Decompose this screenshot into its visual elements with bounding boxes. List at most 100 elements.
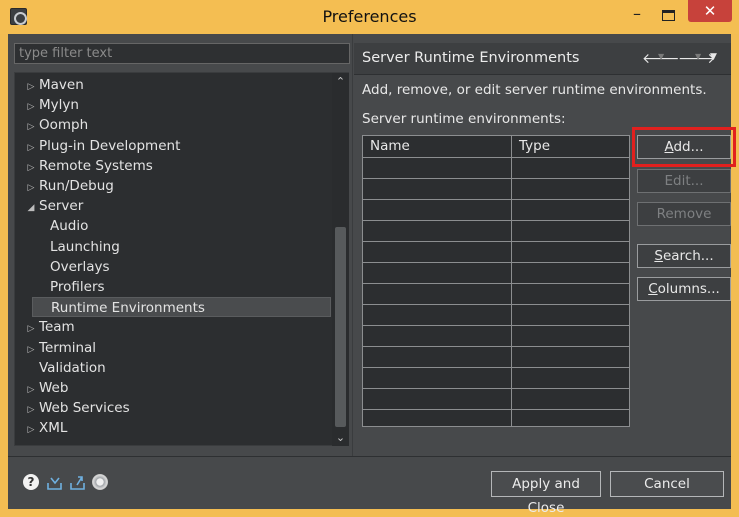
table-cell-name xyxy=(363,200,512,220)
table-row[interactable] xyxy=(363,200,629,221)
table-cell-name xyxy=(363,284,512,304)
tree-item-run-debug[interactable]: ▷ Run/Debug xyxy=(15,176,114,196)
column-header-name[interactable]: Name xyxy=(363,136,512,157)
tree-item-xml[interactable]: ▷ XML xyxy=(15,418,68,440)
table-row[interactable] xyxy=(363,347,629,368)
filter-input[interactable]: type filter text xyxy=(14,43,350,64)
tree-item-web-services[interactable]: ▷ Web Services xyxy=(15,398,130,418)
tree-item-oomph[interactable]: ▷ Oomph xyxy=(15,115,89,137)
table-row[interactable] xyxy=(363,284,629,305)
table-row[interactable] xyxy=(363,221,629,242)
collapsed-chevron-icon[interactable]: ▷ xyxy=(23,138,39,158)
table-header: Name Type xyxy=(363,136,629,158)
table-cell-name xyxy=(363,389,512,409)
scroll-thumb[interactable] xyxy=(335,227,346,427)
tree-item-team[interactable]: ▷ Team xyxy=(15,317,75,337)
table-row[interactable] xyxy=(363,263,629,284)
tree-scrollbar[interactable]: ⌃ ⌄ xyxy=(332,73,349,446)
table-row[interactable] xyxy=(363,179,629,200)
tree-item-remote-systems[interactable]: ▷ Remote Systems xyxy=(15,156,153,176)
import-icon[interactable] xyxy=(46,474,63,491)
tree-item-label: Web xyxy=(39,380,69,396)
table-row[interactable] xyxy=(363,158,629,179)
scroll-up-icon[interactable]: ⌃ xyxy=(332,73,349,90)
collapsed-chevron-icon[interactable]: ▷ xyxy=(23,340,39,360)
tree-item-terminal[interactable]: ▷ Terminal xyxy=(15,338,97,360)
tree-item-label: Maven xyxy=(39,77,84,93)
collapsed-chevron-icon[interactable]: ▷ xyxy=(23,158,39,178)
collapsed-chevron-icon[interactable]: ▷ xyxy=(23,400,39,420)
collapsed-chevron-icon[interactable]: ▷ xyxy=(23,117,39,137)
expanded-chevron-icon[interactable]: ◢ xyxy=(23,198,39,218)
table-row[interactable] xyxy=(363,410,629,426)
forward-dropdown-icon[interactable]: ▼ xyxy=(695,52,701,61)
cancel-button[interactable]: Cancel xyxy=(610,471,724,497)
tree-item-label: Profilers xyxy=(50,279,105,295)
columns-button[interactable]: Columns... xyxy=(637,277,731,301)
table-cell-name xyxy=(363,158,512,178)
tree-item-audio[interactable]: Audio xyxy=(15,216,88,236)
tree-item-mylyn[interactable]: ▷ Mylyn xyxy=(15,95,79,115)
table-row[interactable] xyxy=(363,305,629,326)
tree-item-label: Plug-in Development xyxy=(39,137,181,154)
tree-item-profilers[interactable]: Profilers xyxy=(15,277,105,297)
table-row[interactable] xyxy=(363,326,629,347)
tree-item-label: Run/Debug xyxy=(39,178,114,194)
tree-item-maven[interactable]: ▷ Maven xyxy=(15,75,84,95)
tree-item-label: Overlays xyxy=(50,258,110,275)
collapsed-chevron-icon[interactable]: ▷ xyxy=(23,319,39,339)
table-cell-name xyxy=(363,263,512,283)
table-row[interactable] xyxy=(363,242,629,263)
tree-item-launching[interactable]: Launching xyxy=(15,237,120,257)
tree-item-web[interactable]: ▷ Web xyxy=(15,378,69,400)
table-cell-name xyxy=(363,326,512,346)
column-header-type[interactable]: Type xyxy=(512,136,629,157)
tree-item-label: Remote Systems xyxy=(39,157,153,174)
oomph-icon[interactable] xyxy=(92,474,108,490)
table-cell-name xyxy=(363,179,512,199)
scroll-down-icon[interactable]: ⌄ xyxy=(332,429,349,446)
table-cell-name xyxy=(363,347,512,367)
table-cell-name xyxy=(363,242,512,262)
help-icon[interactable]: ? xyxy=(23,474,39,490)
minimize-button[interactable]: – xyxy=(624,2,650,24)
tree-item-label: Terminal xyxy=(39,339,97,356)
tree-item-label: Team xyxy=(39,319,75,336)
tree-item-label: Web Services xyxy=(39,400,130,417)
table-row[interactable] xyxy=(363,389,629,410)
close-button[interactable]: ✕ xyxy=(688,0,732,22)
export-icon[interactable] xyxy=(69,474,86,491)
table-row[interactable] xyxy=(363,368,629,389)
tree-item-runtime-environments[interactable]: Runtime Environments xyxy=(32,297,331,318)
preferences-window: Preferences – ✕ type filter text ▷ XML ▷ We… xyxy=(0,0,739,517)
tree-item-validation[interactable]: Validation xyxy=(15,358,106,378)
edit-button[interactable]: Edit... xyxy=(637,169,731,193)
apply-and-close-button[interactable]: Apply and Close xyxy=(491,471,601,516)
view-menu-icon[interactable]: ▼ xyxy=(710,52,717,62)
table-cell-name xyxy=(363,410,512,426)
tree-item-label: Validation xyxy=(39,359,106,376)
collapsed-chevron-icon[interactable]: ▷ xyxy=(23,420,39,440)
tree-item-plug-in-development[interactable]: ▷ Plug-in Development xyxy=(15,136,181,158)
page-header: Server Runtime Environments 🡐 ▼ 🡒 ▼ ▼ xyxy=(354,43,731,75)
tree-item-overlays[interactable]: Overlays xyxy=(15,257,110,277)
tree-item-server[interactable]: ◢ Server xyxy=(15,196,84,218)
remove-button[interactable]: Remove xyxy=(637,202,731,226)
tree-item-label: Oomph xyxy=(39,117,89,134)
pane-divider[interactable] xyxy=(352,34,353,456)
add-button-highlight xyxy=(632,127,736,167)
table-cell-name xyxy=(363,221,512,241)
tree-item-label: Launching xyxy=(50,238,120,255)
maximize-button[interactable] xyxy=(655,4,681,26)
collapsed-chevron-icon[interactable]: ▷ xyxy=(23,97,39,117)
tree-item-label: Mylyn xyxy=(39,97,79,114)
collapsed-chevron-icon[interactable]: ▷ xyxy=(23,178,39,198)
back-dropdown-icon[interactable]: ▼ xyxy=(658,52,664,61)
collapsed-chevron-icon[interactable]: ▷ xyxy=(23,380,39,400)
search-button[interactable]: Search... xyxy=(637,244,731,268)
preferences-tree[interactable]: ▷ XML ▷ Web Services ▷ Web Validation ▷ Terminal… xyxy=(14,72,349,446)
collapsed-chevron-icon[interactable]: ▷ xyxy=(23,77,39,97)
runtime-table[interactable]: Name Type xyxy=(362,135,630,427)
page-description: Add, remove, or edit server runtime envi… xyxy=(362,82,707,98)
title-bar[interactable]: Preferences – ✕ xyxy=(0,0,739,34)
